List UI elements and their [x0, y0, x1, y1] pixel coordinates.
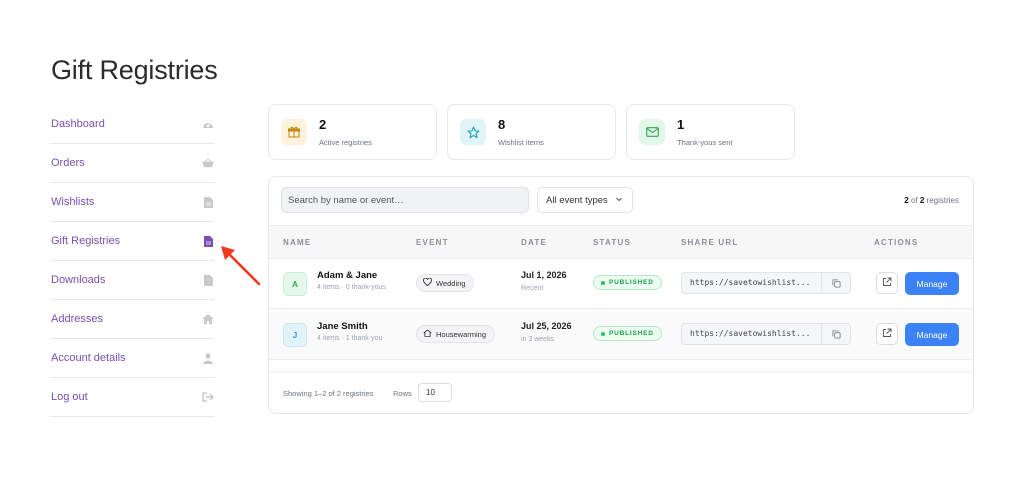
gauge-icon	[202, 118, 214, 130]
sidebar-item-gift-registries[interactable]: Gift Registries	[51, 222, 214, 261]
sidebar-item-label: Downloads	[51, 274, 106, 286]
column-header-status[interactable]: STATUS	[593, 238, 631, 247]
sidebar-item-label: Dashboard	[51, 118, 105, 130]
rows-per-page-label: Rows	[393, 389, 412, 398]
registry-meta: 4 items · 0 thank-yous	[317, 284, 386, 291]
event-badge: Housewarming	[416, 325, 496, 343]
sidebar-item-addresses[interactable]: Addresses	[51, 300, 214, 339]
sidebar-item-label: Log out	[51, 391, 88, 403]
avatar: J	[283, 323, 307, 347]
chevron-down-icon	[615, 195, 623, 206]
event-type-select[interactable]: All event types	[537, 187, 633, 213]
status-badge: PUBLISHED	[593, 326, 662, 341]
column-header-date[interactable]: DATE	[521, 238, 547, 247]
column-header-share-url: SHARE URL	[681, 238, 739, 247]
sidebar-item-dashboard[interactable]: Dashboard	[51, 105, 214, 144]
sidebar-item-wishlists[interactable]: Wishlists	[51, 183, 214, 222]
stat-label: Thank-yous sent	[677, 137, 733, 147]
registry-name[interactable]: Jane Smith	[317, 321, 368, 332]
table-row: J Jane Smith 4 items · 1 thank-you House…	[269, 309, 973, 360]
stat-card-active-registries: 2 Active registries	[268, 104, 437, 160]
open-external-button[interactable]	[876, 323, 898, 345]
registry-meta: 4 items · 1 thank-you	[317, 335, 383, 342]
manage-button[interactable]: Manage	[905, 323, 959, 346]
stat-card-thank-yous: 1 Thank-yous sent	[626, 104, 795, 160]
column-header-event[interactable]: EVENT	[416, 238, 449, 247]
status-badge: PUBLISHED	[593, 275, 662, 290]
file-icon	[202, 274, 214, 286]
sidebar-item-label: Orders	[51, 157, 85, 169]
sidebar-item-label: Wishlists	[51, 196, 95, 208]
event-badge: Wedding	[416, 274, 475, 292]
sidebar-item-log-out[interactable]: Log out	[51, 378, 214, 417]
share-url-field[interactable]: https://savetowishlist...	[681, 323, 851, 345]
column-header-name[interactable]: NAME	[283, 238, 311, 247]
column-header-actions: ACTIONS	[874, 238, 919, 247]
registries-panel: All event types 2 of 2 registries NAME E…	[268, 176, 974, 414]
event-label: Wedding	[436, 278, 466, 288]
heart-icon	[423, 277, 432, 288]
stat-label: Wishlist items	[498, 137, 544, 147]
stat-label: Active registries	[319, 137, 372, 147]
manage-button[interactable]: Manage	[905, 272, 959, 295]
page-title: Gift Registries	[51, 55, 218, 85]
table-footer: Showing 1–2 of 2 registries Rows	[269, 371, 973, 413]
registry-count: 2 of 2 registries	[904, 196, 959, 205]
basket-icon	[202, 157, 214, 169]
stat-card-wishlist-items: 8 Wishlist items	[447, 104, 616, 160]
registry-date-relative: Recent	[521, 285, 544, 292]
gift-icon	[281, 119, 307, 145]
open-external-button[interactable]	[876, 272, 898, 294]
external-link-icon	[882, 325, 892, 343]
sidebar-item-downloads[interactable]: Downloads	[51, 261, 214, 300]
file-icon	[202, 196, 214, 208]
registry-name[interactable]: Adam & Jane	[317, 270, 377, 281]
annotation-arrow-icon	[221, 246, 261, 286]
copy-icon[interactable]	[821, 324, 850, 344]
star-icon	[460, 119, 486, 145]
sidebar-item-label: Account details	[51, 352, 126, 364]
search-input[interactable]	[281, 187, 529, 213]
stat-value: 8	[498, 116, 506, 132]
account-sidebar: Dashboard Orders Wishlists Gift Registri…	[51, 105, 214, 417]
sidebar-item-orders[interactable]: Orders	[51, 144, 214, 183]
mail-icon	[639, 119, 665, 145]
stat-value: 2	[319, 116, 327, 132]
pagination-summary: Showing 1–2 of 2 registries	[283, 389, 374, 398]
share-url-text: https://savetowishlist...	[690, 329, 811, 338]
registry-date-relative: in 3 weeks	[521, 336, 555, 343]
sidebar-item-label: Gift Registries	[51, 235, 121, 247]
house-icon	[423, 329, 432, 339]
logout-icon	[202, 391, 214, 403]
table-row: A Adam & Jane 4 items · 0 thank-yous Wed…	[269, 258, 973, 309]
sidebar-item-account-details[interactable]: Account details	[51, 339, 214, 378]
event-type-select-value: All event types	[546, 194, 608, 206]
rows-per-page-input[interactable]	[418, 383, 452, 402]
sidebar-item-label: Addresses	[51, 313, 103, 325]
home-icon	[202, 313, 214, 325]
copy-icon[interactable]	[821, 273, 850, 293]
registry-date: Jul 25, 2026	[521, 321, 572, 331]
share-url-field[interactable]: https://savetowishlist...	[681, 272, 851, 294]
user-icon	[202, 352, 214, 364]
share-url-text: https://savetowishlist...	[690, 278, 811, 287]
file-icon	[202, 235, 214, 247]
event-label: Housewarming	[436, 329, 487, 339]
external-link-icon	[882, 274, 892, 292]
avatar: A	[283, 272, 307, 296]
table-header: NAME EVENT DATE STATUS SHARE URL ACTIONS	[269, 225, 973, 259]
registry-date: Jul 1, 2026	[521, 270, 567, 280]
stat-value: 1	[677, 116, 685, 132]
